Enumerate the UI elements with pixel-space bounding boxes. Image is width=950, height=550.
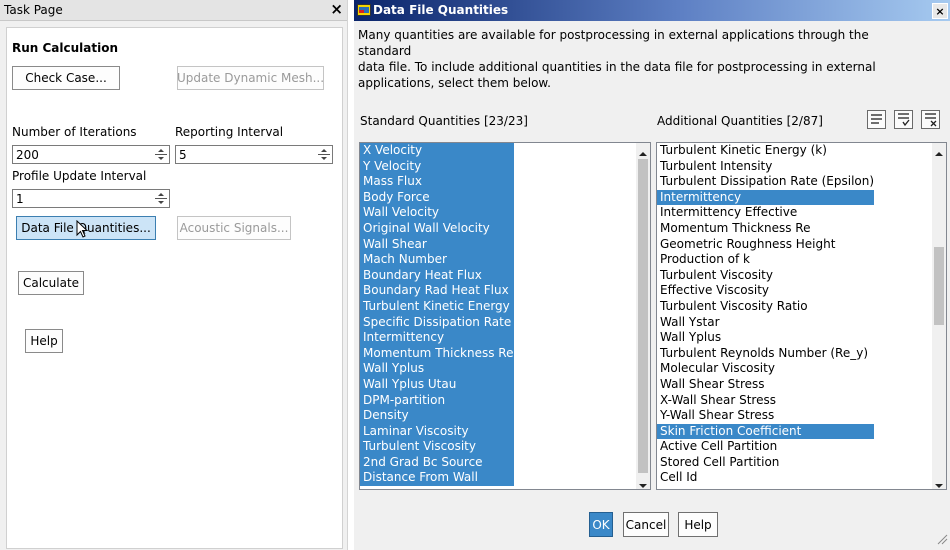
list-item[interactable]: Wall Shear bbox=[360, 236, 514, 253]
scrollbar-thumb[interactable] bbox=[934, 247, 944, 325]
list-item[interactable]: Effective Viscosity bbox=[657, 283, 874, 299]
additional-quantities-items: Turbulent Kinetic Energy (k) Turbulent In… bbox=[657, 143, 875, 486]
reporting-interval-input[interactable]: 5 bbox=[175, 145, 333, 164]
additional-quantities-list[interactable]: Turbulent Kinetic Energy (k) Turbulent In… bbox=[656, 142, 947, 490]
description-line: Many quantities are available for postpr… bbox=[358, 28, 869, 58]
list-item[interactable]: Geometric Roughness Height bbox=[657, 237, 874, 253]
dialog-titlebar: Data File Quantities × bbox=[354, 0, 950, 21]
list-item[interactable]: Wall Yplus Utau bbox=[360, 376, 514, 393]
list-item[interactable]: Y-Wall Shear Stress bbox=[657, 408, 874, 424]
list-item[interactable]: Mass Flux bbox=[360, 174, 514, 190]
update-dynamic-mesh-button[interactable]: Update Dynamic Mesh... bbox=[177, 66, 324, 90]
list-item[interactable]: Active Cell Partition bbox=[657, 439, 874, 455]
data-file-quantities-dialog: Data File Quantities × Many quantities a… bbox=[354, 0, 950, 550]
list-item[interactable]: Wall Yplus bbox=[657, 330, 874, 346]
app-icon bbox=[357, 4, 371, 19]
spinner-icon[interactable] bbox=[155, 147, 167, 162]
check-case-button[interactable]: Check Case... bbox=[12, 66, 120, 90]
list-item[interactable]: Skin Friction Coefficient bbox=[657, 423, 875, 440]
scroll-up-icon[interactable] bbox=[935, 147, 943, 156]
list-item[interactable]: 2nd Grad Bc Source bbox=[360, 454, 514, 471]
num-iterations-label: Number of Iterations bbox=[12, 125, 137, 139]
list-item[interactable]: Turbulent Dissipation Rate (Epsilon) bbox=[657, 174, 874, 190]
description-line: applications, select them below. bbox=[358, 76, 551, 90]
list-item[interactable]: Boundary Rad Heat Flux bbox=[360, 283, 514, 299]
list-item[interactable]: Laminar Viscosity bbox=[360, 423, 514, 440]
list-item[interactable]: Turbulent Reynolds Number (Re_y) bbox=[657, 346, 874, 362]
list-item[interactable]: Turbulent Viscosity Ratio bbox=[657, 299, 874, 315]
num-iterations-value: 200 bbox=[16, 148, 39, 162]
cursor-icon bbox=[76, 219, 89, 241]
standard-list-scrollbar[interactable] bbox=[636, 143, 650, 489]
task-page-panel: Task Page × Run Calculation Check Case..… bbox=[0, 0, 348, 550]
list-item[interactable]: Molecular Viscosity bbox=[657, 361, 874, 377]
list-item[interactable]: Distance From Wall bbox=[360, 470, 514, 487]
list-item[interactable]: Intermittency bbox=[360, 330, 514, 346]
list-item[interactable]: Density bbox=[360, 408, 514, 424]
select-visible-icon[interactable] bbox=[894, 110, 913, 129]
additional-list-scrollbar[interactable] bbox=[932, 143, 946, 489]
list-item[interactable]: X-Wall Shear Stress bbox=[657, 393, 874, 409]
list-item[interactable]: Y Velocity bbox=[360, 158, 514, 175]
list-item[interactable]: Wall Shear Stress bbox=[657, 377, 874, 393]
profile-update-label: Profile Update Interval bbox=[12, 169, 147, 183]
cancel-button[interactable]: Cancel bbox=[623, 512, 669, 537]
list-item[interactable]: Turbulent Kinetic Energy (k) bbox=[657, 143, 874, 159]
acoustic-signals-button[interactable]: Acoustic Signals... bbox=[177, 216, 291, 240]
scroll-up-icon[interactable] bbox=[639, 147, 647, 156]
close-icon[interactable]: × bbox=[932, 3, 948, 19]
help-button[interactable]: Help bbox=[25, 329, 63, 353]
ok-button[interactable]: OK bbox=[589, 512, 613, 537]
spinner-icon[interactable] bbox=[318, 147, 330, 162]
task-page-title: Task Page bbox=[4, 3, 63, 17]
spinner-icon[interactable] bbox=[155, 191, 167, 206]
help-button[interactable]: Help bbox=[678, 512, 718, 537]
reporting-interval-value: 5 bbox=[179, 148, 187, 162]
resize-grip-icon[interactable] bbox=[937, 534, 948, 548]
list-item[interactable]: Intermittency Effective bbox=[657, 205, 874, 221]
list-item[interactable]: Mach Number bbox=[360, 252, 514, 268]
description-line: data file. To include additional quantit… bbox=[358, 60, 876, 74]
list-item[interactable]: Turbulent Kinetic Energy bbox=[360, 298, 514, 315]
list-item[interactable]: Turbulent Viscosity bbox=[657, 268, 874, 284]
list-item[interactable]: Wall Ystar bbox=[657, 315, 874, 331]
standard-quantities-label: Standard Quantities [23/23] bbox=[360, 114, 528, 128]
additional-quantities-label: Additional Quantities [2/87] bbox=[657, 114, 823, 128]
list-item[interactable]: Original Wall Velocity bbox=[360, 220, 514, 237]
scroll-down-icon[interactable] bbox=[935, 479, 943, 488]
section-title: Run Calculation bbox=[12, 41, 119, 55]
close-icon[interactable]: × bbox=[330, 0, 343, 18]
dialog-description: Many quantities are available for postpr… bbox=[358, 27, 918, 91]
list-item[interactable]: Turbulent Intensity bbox=[657, 159, 874, 175]
reporting-interval-label: Reporting Interval bbox=[175, 125, 284, 139]
profile-update-input[interactable]: 1 bbox=[12, 189, 170, 208]
list-item[interactable]: Wall Yplus bbox=[360, 361, 514, 377]
list-item[interactable]: Intermittency bbox=[657, 189, 875, 206]
list-item[interactable]: Body Force bbox=[360, 189, 514, 206]
scroll-down-icon[interactable] bbox=[639, 479, 647, 488]
list-item[interactable]: Cell Id bbox=[657, 470, 874, 486]
list-item[interactable]: Wall Velocity bbox=[360, 205, 514, 221]
task-page-header: Task Page × bbox=[0, 0, 347, 21]
select-all-icon[interactable] bbox=[867, 110, 886, 129]
list-item[interactable]: Turbulent Viscosity bbox=[360, 439, 514, 455]
list-item[interactable]: Momentum Thickness Re bbox=[657, 221, 874, 237]
list-item[interactable]: Momentum Thickness Re bbox=[360, 345, 514, 362]
calculate-button[interactable]: Calculate bbox=[18, 271, 84, 295]
list-item[interactable]: Production of k bbox=[657, 252, 874, 268]
num-iterations-input[interactable]: 200 bbox=[12, 145, 170, 164]
scrollbar-thumb[interactable] bbox=[638, 159, 648, 473]
list-item[interactable]: Specific Dissipation Rate bbox=[360, 314, 514, 331]
run-calculation-body: Run Calculation Check Case... Update Dyn… bbox=[6, 27, 343, 549]
standard-quantities-items: X Velocity Y Velocity Mass Flux Body Force W… bbox=[360, 143, 514, 487]
deselect-all-icon[interactable] bbox=[921, 110, 940, 129]
list-item[interactable]: Boundary Heat Flux bbox=[360, 267, 514, 284]
dialog-title: Data File Quantities bbox=[373, 3, 509, 17]
list-item[interactable]: X Velocity bbox=[360, 143, 514, 159]
profile-update-value: 1 bbox=[16, 192, 24, 206]
list-item[interactable]: DPM-partition bbox=[360, 392, 514, 409]
standard-quantities-list[interactable]: X Velocity Y Velocity Mass Flux Body Force W… bbox=[359, 142, 651, 490]
list-item[interactable]: Stored Cell Partition bbox=[657, 455, 874, 471]
